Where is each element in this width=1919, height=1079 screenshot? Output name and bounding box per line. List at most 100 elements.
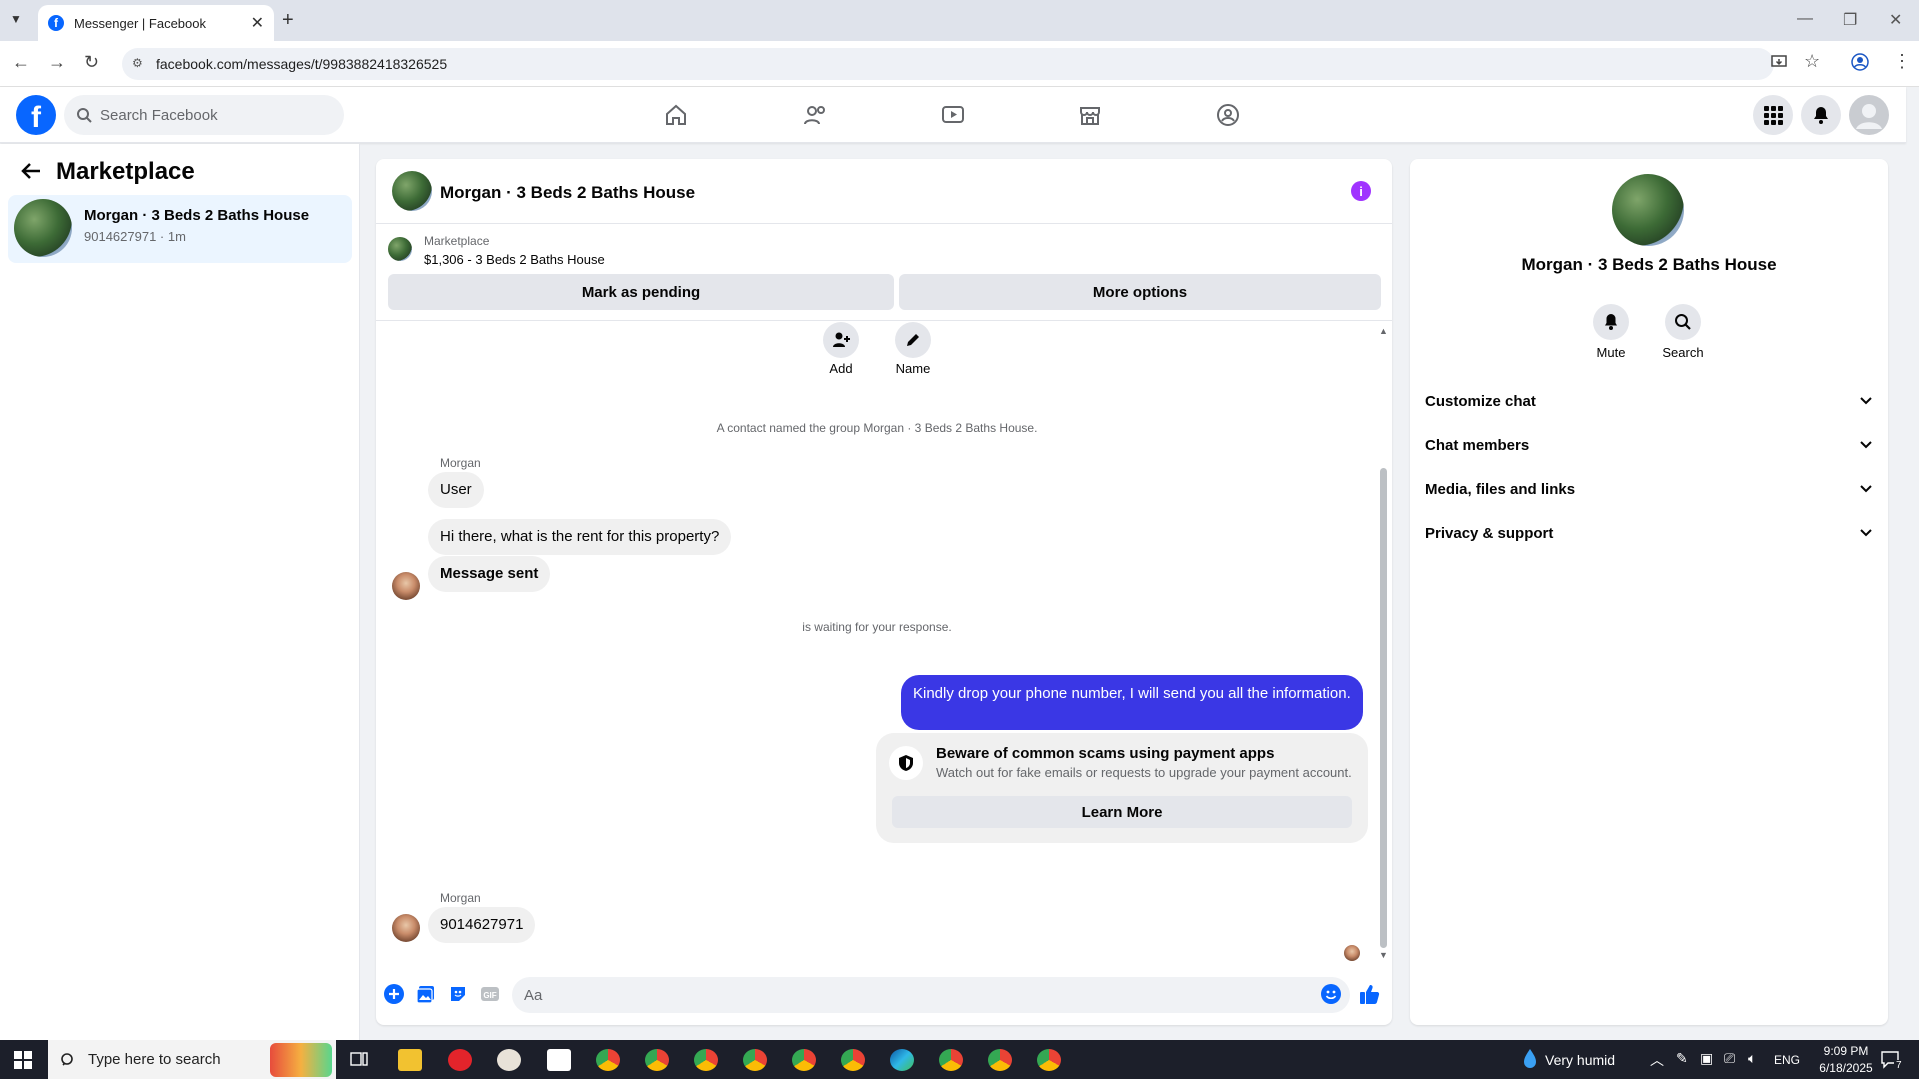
edge-icon[interactable] [890, 1049, 914, 1071]
clock-time[interactable]: 9:09 PM [1816, 1044, 1876, 1058]
input-language[interactable]: ENG [1774, 1053, 1800, 1067]
chat-list-item-name: Morgan · 3 Beds 2 Baths House [84, 207, 310, 224]
bookmark-star-icon[interactable]: ☆ [1804, 51, 1820, 72]
url-field[interactable]: facebook.com/messages/t/9983882418326525 [122, 48, 1774, 80]
volume-icon[interactable]: 🔈︎ [1748, 1050, 1756, 1067]
marketplace-icon[interactable] [1075, 100, 1105, 130]
windows-start-icon[interactable] [14, 1051, 32, 1069]
privacy-support-row[interactable]: Privacy & support [1425, 513, 1873, 553]
chrome-icon[interactable] [988, 1049, 1012, 1071]
chrome-icon[interactable] [645, 1049, 669, 1071]
row-label: Media, files and links [1425, 480, 1576, 498]
svg-text:GIF: GIF [483, 991, 496, 1000]
file-explorer-icon[interactable] [398, 1049, 422, 1071]
attach-photo-icon[interactable] [415, 983, 437, 1005]
more-options-button[interactable]: More options [899, 274, 1381, 310]
header-divider [376, 223, 1392, 224]
edit-name-button[interactable] [895, 322, 931, 358]
learn-more-button[interactable]: Learn More [892, 796, 1352, 828]
chrome-icon[interactable] [743, 1049, 767, 1071]
sidebar-title: Marketplace [56, 158, 195, 185]
window-close-icon[interactable]: ✕ [1889, 10, 1902, 30]
listing-thumbnail [388, 237, 412, 261]
gif-icon[interactable]: GIF [479, 983, 501, 1005]
install-app-icon[interactable] [1770, 53, 1788, 71]
home-icon[interactable] [661, 100, 691, 130]
emoji-icon[interactable] [1320, 983, 1342, 1005]
details-avatar[interactable] [1612, 174, 1684, 246]
message-bubble[interactable]: User [428, 472, 484, 508]
browser-menu-icon[interactable]: ⋮ [1893, 51, 1911, 72]
notification-count-badge: 7 [1894, 1060, 1904, 1071]
conversation-avatar[interactable] [392, 171, 432, 211]
scroll-down-icon[interactable]: ▼ [1379, 950, 1388, 960]
task-view-icon[interactable] [350, 1050, 368, 1068]
sticker-icon[interactable] [447, 983, 469, 1005]
message-input[interactable]: Aa [512, 977, 1350, 1013]
chrome-icon[interactable] [694, 1049, 718, 1071]
sender-avatar[interactable] [392, 914, 420, 942]
chrome-icon[interactable] [596, 1049, 620, 1071]
friends-icon[interactable] [800, 100, 830, 130]
conversation-title[interactable]: Morgan · 3 Beds 2 Baths House [440, 183, 695, 203]
system-message-waiting: is waiting for your response. [802, 620, 952, 634]
mute-button[interactable] [1593, 304, 1629, 340]
row-label: Customize chat [1425, 392, 1536, 410]
search-placeholder: Search Facebook [100, 106, 218, 124]
chrome-icon[interactable] [792, 1049, 816, 1071]
weather-droplet-icon[interactable] [1522, 1048, 1538, 1070]
read-receipt-avatar [1344, 945, 1360, 961]
opera-icon[interactable] [448, 1049, 472, 1071]
groups-icon[interactable] [1213, 100, 1243, 130]
my-message-bubble[interactable]: Kindly drop your phone number, I will se… [901, 675, 1363, 730]
pen-icon[interactable]: ✎ [1676, 1050, 1688, 1067]
paint-app-icon[interactable] [497, 1049, 521, 1071]
media-files-links-row[interactable]: Media, files and links [1425, 469, 1873, 509]
scroll-up-icon[interactable]: ▲ [1379, 326, 1388, 336]
facebook-logo[interactable]: f [16, 95, 56, 135]
message-bubble[interactable]: Hi there, what is the rent for this prop… [428, 519, 732, 555]
more-actions-plus-icon[interactable] [383, 983, 405, 1005]
menu-grid-icon[interactable] [1753, 95, 1793, 135]
chevron-down-icon [1859, 438, 1873, 452]
account-avatar[interactable] [1849, 95, 1889, 135]
message-bubble[interactable]: Message sent [428, 556, 551, 592]
minimize-icon[interactable]: — [1797, 10, 1813, 28]
forward-icon[interactable]: → [48, 52, 66, 73]
message-input-placeholder: Aa [524, 986, 543, 1004]
mark-as-pending-button[interactable]: Mark as pending [388, 274, 894, 310]
restore-icon[interactable]: ❐ [1843, 10, 1857, 30]
listing-price[interactable]: $1,306 - 3 Beds 2 Baths House [424, 252, 605, 267]
notifications-bell-icon[interactable] [1801, 95, 1841, 135]
customize-chat-row[interactable]: Customize chat [1425, 381, 1873, 421]
tab-close-icon[interactable]: ✕ [251, 13, 264, 33]
thumbs-up-icon[interactable] [1359, 983, 1381, 1005]
clock-date[interactable]: 6/18/2025 [1812, 1061, 1880, 1075]
reload-icon[interactable]: ↻ [84, 52, 99, 73]
weather-text[interactable]: Very humid [1545, 1052, 1615, 1068]
tab-search-chevron-icon[interactable]: ▼ [10, 12, 22, 26]
site-info-icon[interactable]: ⚙ [132, 56, 143, 70]
chrome-icon[interactable] [1037, 1049, 1061, 1071]
chrome-icon[interactable] [939, 1049, 963, 1071]
url-text: facebook.com/messages/t/9983882418326525 [156, 56, 448, 72]
back-icon[interactable]: ← [12, 52, 30, 73]
show-hidden-icons-chevron[interactable]: ︿ [1650, 1050, 1664, 1070]
conversation-scrollbar[interactable] [1380, 468, 1387, 948]
message-bubble[interactable]: 9014627971 [428, 907, 536, 943]
chrome-icon[interactable] [841, 1049, 865, 1071]
chat-members-row[interactable]: Chat members [1425, 425, 1873, 465]
back-arrow-icon[interactable] [20, 160, 42, 182]
document-app-icon[interactable] [547, 1049, 571, 1071]
watch-icon[interactable] [938, 100, 968, 130]
browser-tab-messenger[interactable]: f Messenger | Facebook ✕ [38, 5, 274, 41]
network-icon[interactable]: ⎚ [1724, 1050, 1735, 1067]
facebook-search-input[interactable]: Search Facebook [64, 95, 344, 135]
info-icon[interactable]: i [1351, 181, 1371, 201]
add-people-button[interactable] [823, 322, 859, 358]
meet-icon[interactable]: ▣ [1700, 1050, 1713, 1067]
search-in-conversation-button[interactable] [1665, 304, 1701, 340]
new-tab-icon[interactable]: + [282, 9, 294, 32]
sender-avatar[interactable] [392, 572, 420, 600]
profile-icon[interactable] [1851, 53, 1869, 71]
